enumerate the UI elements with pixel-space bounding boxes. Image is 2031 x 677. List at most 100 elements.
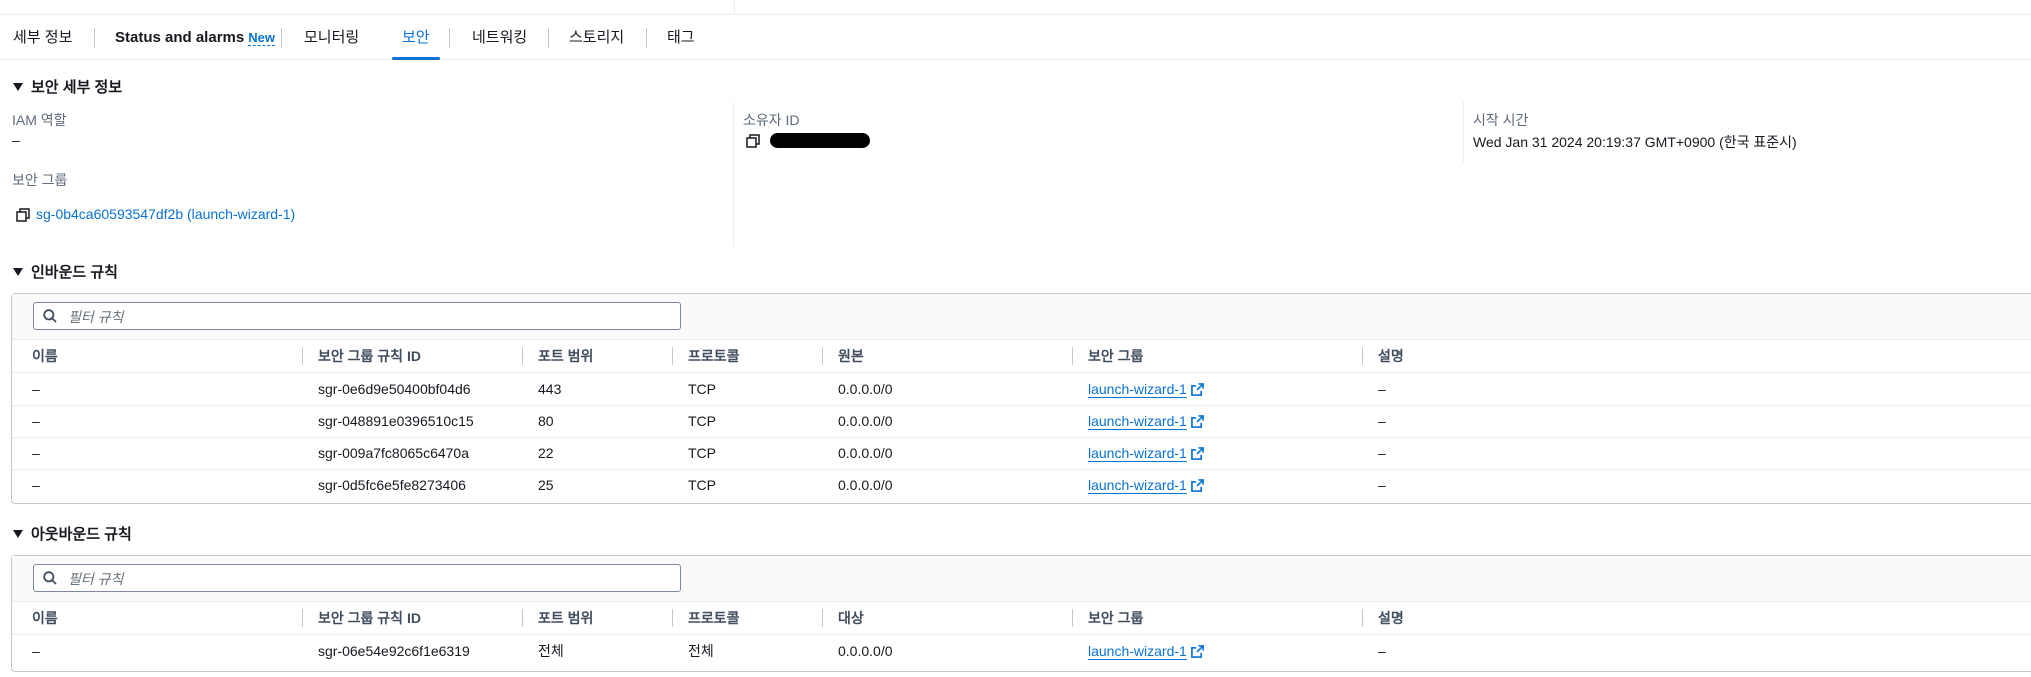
column-header[interactable]: 대상 (838, 602, 864, 634)
inbound-rules-table: 이름 보안 그룹 규칙 ID 포트 범위 프로토콜 원본 보안 그룹 설명 – … (11, 293, 2031, 504)
cell-rule-id: sgr-048891e0396510c15 (318, 413, 474, 429)
security-group-link[interactable]: launch-wizard-1 (1088, 445, 1187, 461)
column-resizer[interactable] (1072, 609, 1073, 627)
column-resizer[interactable] (302, 609, 303, 627)
owner-id-redacted (770, 133, 870, 148)
column-resizer[interactable] (522, 347, 523, 365)
table-row[interactable]: – sgr-06e54e92c6f1e6319 전체 전체 0.0.0.0/0 … (12, 635, 2031, 667)
cell-rule-id: sgr-06e54e92c6f1e6319 (318, 643, 470, 659)
column-header[interactable]: 이름 (32, 602, 58, 634)
column-resizer[interactable] (522, 609, 523, 627)
column-header[interactable]: 설명 (1378, 340, 1404, 372)
column-header[interactable]: 보안 그룹 (1088, 340, 1143, 372)
tab-status-alarms[interactable]: Status and alarms New (115, 17, 275, 59)
tab-status-alarms-label: Status and alarms (115, 29, 245, 46)
security-details-header[interactable]: 보안 세부 정보 (13, 76, 122, 97)
tab-details[interactable]: 세부 정보 (13, 17, 72, 59)
security-group-link[interactable]: sg-0b4ca60593547df2b (launch-wizard-1) (36, 206, 295, 222)
external-link-icon[interactable] (1190, 479, 1204, 492)
security-groups-label: 보안 그룹 (12, 172, 68, 188)
cell-port: 전체 (538, 643, 564, 659)
column-header[interactable]: 설명 (1378, 602, 1404, 634)
search-icon (43, 309, 57, 323)
column-header[interactable]: 포트 범위 (538, 340, 593, 372)
table-header: 이름 보안 그룹 규칙 ID 포트 범위 프로토콜 원본 보안 그룹 설명 (12, 340, 2031, 373)
column-resizer[interactable] (1362, 347, 1363, 365)
tab-networking[interactable]: 네트워킹 (472, 17, 527, 59)
cell-description: – (1378, 445, 1386, 461)
copy-icon[interactable] (746, 134, 760, 148)
cell-description: – (1378, 477, 1386, 493)
security-group-link[interactable]: launch-wizard-1 (1088, 381, 1187, 397)
table-row[interactable]: – sgr-009a7fc8065c6470a 22 TCP 0.0.0.0/0… (12, 437, 2031, 470)
column-resizer[interactable] (822, 347, 823, 365)
outbound-filter-input[interactable] (66, 568, 670, 590)
table-row[interactable]: – sgr-0d5fc6e5fe8273406 25 TCP 0.0.0.0/0… (12, 469, 2031, 501)
column-resizer[interactable] (302, 347, 303, 365)
cell-destination: 0.0.0.0/0 (838, 643, 893, 659)
external-link-icon[interactable] (1190, 383, 1204, 396)
column-header[interactable]: 보안 그룹 규칙 ID (318, 340, 421, 372)
security-group-link[interactable]: launch-wizard-1 (1088, 643, 1187, 659)
cell-source: 0.0.0.0/0 (838, 413, 893, 429)
external-link-icon[interactable] (1190, 447, 1204, 460)
section-title: 아웃바운드 규칙 (31, 526, 132, 543)
table-row[interactable]: – sgr-0e6d9e50400bf04d6 443 TCP 0.0.0.0/… (12, 373, 2031, 406)
cell-security-group: launch-wizard-1 (1088, 405, 1204, 437)
caret-down-icon (13, 530, 23, 538)
column-header[interactable]: 보안 그룹 규칙 ID (318, 602, 421, 634)
column-header[interactable]: 포트 범위 (538, 602, 593, 634)
column-header[interactable]: 프로토콜 (688, 340, 740, 372)
cell-description: – (1378, 643, 1386, 659)
tab-divider (94, 28, 95, 48)
column-header[interactable]: 보안 그룹 (1088, 602, 1143, 634)
caret-down-icon (13, 83, 23, 91)
column-resizer[interactable] (672, 347, 673, 365)
outbound-rules-header[interactable]: 아웃바운드 규칙 (13, 523, 132, 544)
new-badge: New (248, 30, 275, 46)
column-header[interactable]: 이름 (32, 340, 58, 372)
tab-tags[interactable]: 태그 (667, 17, 695, 59)
tab-storage[interactable]: 스토리지 (569, 17, 624, 59)
cell-port: 443 (538, 381, 562, 397)
cell-name: – (32, 381, 40, 397)
iam-role-value: – (12, 132, 20, 148)
column-resizer[interactable] (1362, 609, 1363, 627)
cell-rule-id: sgr-009a7fc8065c6470a (318, 445, 470, 461)
cell-source: 0.0.0.0/0 (838, 477, 893, 493)
table-toolbar (12, 556, 2031, 602)
cell-security-group: launch-wizard-1 (1088, 469, 1204, 501)
table-row[interactable]: – sgr-048891e0396510c15 80 TCP 0.0.0.0/0… (12, 405, 2031, 438)
cell-protocol: TCP (688, 413, 716, 429)
outbound-filter-search (33, 564, 681, 592)
cell-description: – (1378, 381, 1386, 397)
table-toolbar (12, 294, 2031, 340)
inbound-rules-header[interactable]: 인바운드 규칙 (13, 261, 118, 282)
cell-name: – (32, 445, 40, 461)
tab-security[interactable]: 보안 (392, 17, 440, 60)
cell-rule-id: sgr-0d5fc6e5fe8273406 (318, 477, 466, 493)
copy-icon[interactable] (16, 208, 30, 222)
cell-description: – (1378, 413, 1386, 429)
inbound-filter-input[interactable] (66, 306, 670, 328)
cell-security-group: launch-wizard-1 (1088, 373, 1204, 405)
tab-divider (281, 28, 282, 48)
cell-port: 22 (538, 445, 554, 461)
column-header[interactable]: 원본 (838, 340, 864, 372)
section-title: 인바운드 규칙 (31, 264, 118, 281)
column-resizer[interactable] (822, 609, 823, 627)
column-divider (1463, 102, 1464, 162)
external-link-icon[interactable] (1190, 645, 1204, 658)
column-resizer[interactable] (1072, 347, 1073, 365)
tab-monitoring[interactable]: 모니터링 (304, 17, 359, 59)
section-title: 보안 세부 정보 (31, 79, 123, 96)
column-divider (733, 102, 734, 247)
security-group-link[interactable]: launch-wizard-1 (1088, 413, 1187, 429)
cell-rule-id: sgr-0e6d9e50400bf04d6 (318, 381, 471, 397)
cell-name: – (32, 413, 40, 429)
external-link-icon[interactable] (1190, 415, 1204, 428)
column-header[interactable]: 프로토콜 (688, 602, 740, 634)
column-resizer[interactable] (672, 609, 673, 627)
security-group-link[interactable]: launch-wizard-1 (1088, 477, 1187, 493)
start-time-value: Wed Jan 31 2024 20:19:37 GMT+0900 (한국 표준… (1473, 134, 1797, 150)
